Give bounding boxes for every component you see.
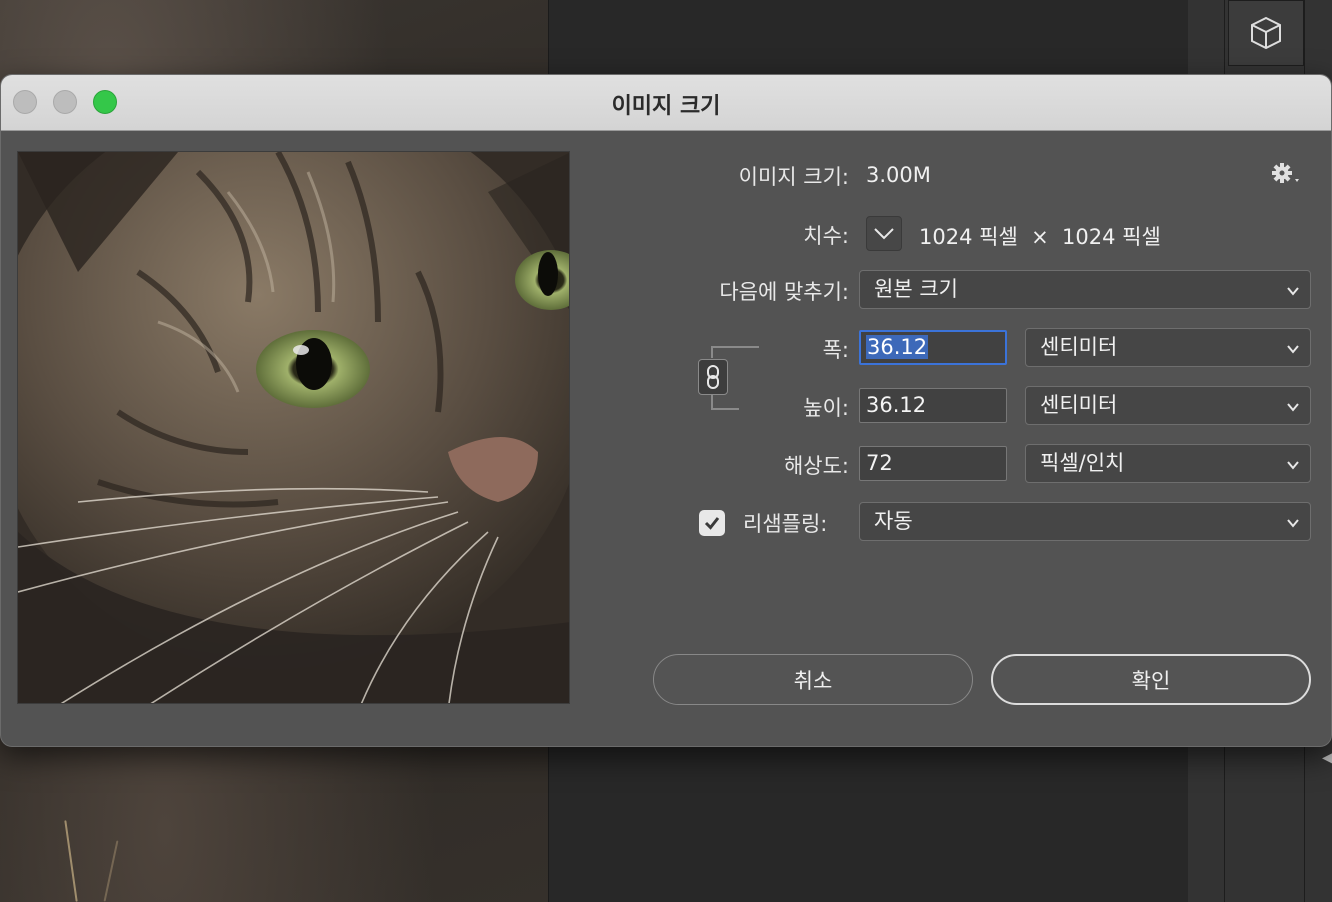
- image-size-dialog: 이미지 크기 이미지 크기: 3.00M 치수: 1024 픽셀 × 1024 …: [0, 74, 1332, 747]
- chevron-down-icon: [1287, 519, 1299, 528]
- checkmark-icon: [704, 517, 720, 530]
- chevron-down-icon: [1287, 287, 1299, 296]
- resolution-input[interactable]: 72: [859, 446, 1007, 481]
- cancel-button[interactable]: 취소: [653, 654, 973, 705]
- image-size-value: 3.00M: [866, 163, 931, 187]
- height-input[interactable]: 36.12: [859, 388, 1007, 423]
- resample-select[interactable]: 자동: [859, 502, 1311, 541]
- ok-button[interactable]: 확인: [991, 654, 1311, 705]
- resample-value: 자동: [874, 509, 913, 533]
- panel-collapse-icon[interactable]: ◀: [1322, 750, 1332, 766]
- chevron-down-icon: [1287, 403, 1299, 412]
- link-icon: [707, 365, 719, 389]
- resample-checkbox[interactable]: [699, 510, 725, 536]
- width-value: 36.12: [866, 335, 929, 359]
- width-input[interactable]: 36.12: [859, 330, 1007, 365]
- resolution-label: 해상도:: [783, 454, 849, 478]
- resolution-value: 72: [866, 451, 893, 475]
- resample-label: 리샘플링:: [743, 512, 828, 536]
- resolution-unit-select[interactable]: 픽셀/인치: [1025, 444, 1311, 483]
- dimensions-toggle-button[interactable]: [866, 216, 902, 251]
- title-bar: 이미지 크기: [1, 75, 1331, 131]
- height-label: 높이:: [803, 396, 849, 420]
- image-size-label: 이미지 크기:: [738, 165, 849, 189]
- constrain-proportions-button[interactable]: [698, 359, 728, 395]
- dimensions-label: 치수:: [803, 224, 849, 248]
- resolution-unit-value: 픽셀/인치: [1040, 451, 1125, 475]
- height-unit-select[interactable]: 센티미터: [1025, 386, 1311, 425]
- constrain-bracket-bottom: [711, 395, 739, 410]
- height-value: 36.12: [866, 393, 927, 417]
- cube-icon[interactable]: [1228, 0, 1304, 66]
- chevron-down-icon: [1287, 345, 1299, 354]
- chevron-down-icon: [874, 227, 894, 239]
- gear-icon[interactable]: [1271, 163, 1307, 185]
- fit-to-select[interactable]: 원본 크기: [859, 270, 1311, 309]
- fit-to-label: 다음에 맞추기:: [719, 280, 849, 304]
- dimensions-value: 1024 픽셀 × 1024 픽셀: [919, 225, 1161, 249]
- height-unit-value: 센티미터: [1040, 393, 1118, 417]
- width-unit-value: 센티미터: [1040, 335, 1118, 359]
- image-preview[interactable]: [17, 151, 570, 704]
- fit-to-value: 원본 크기: [874, 277, 958, 301]
- width-unit-select[interactable]: 센티미터: [1025, 328, 1311, 367]
- chevron-down-icon: [1287, 461, 1299, 470]
- width-label: 폭:: [822, 338, 849, 362]
- constrain-bracket-top: [711, 346, 759, 358]
- dialog-title: 이미지 크기: [611, 94, 721, 119]
